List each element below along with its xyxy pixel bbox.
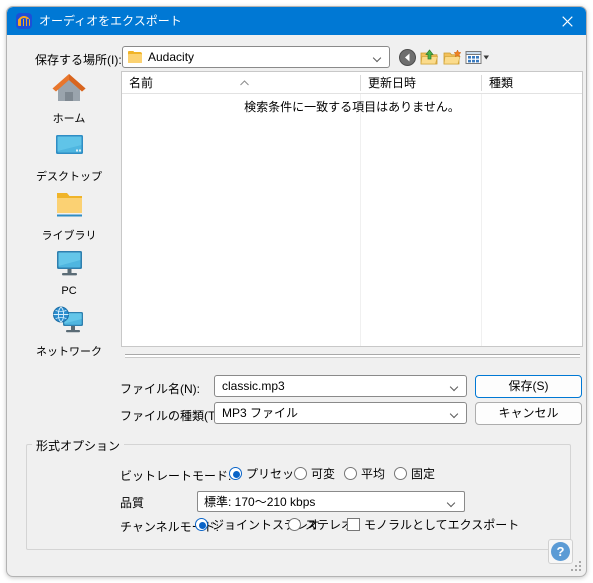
- quality-value: 標準: 170〜210 kbps: [204, 495, 316, 509]
- export-audio-dialog: オーディオをエクスポート 保存する場所(I): Audacity ホーム デスク…: [6, 6, 587, 577]
- sidebar-item-label: ライブラリ: [41, 230, 97, 242]
- checkbox-label: モノラルとしてエクスポート: [364, 518, 520, 532]
- chevron-down-icon[interactable]: [450, 384, 459, 389]
- views-icon[interactable]: [465, 48, 492, 67]
- window-title: オーディオをエクスポート: [39, 14, 182, 28]
- filetype-combobox[interactable]: MP3 ファイル: [214, 402, 467, 424]
- sidebar-item-pc[interactable]: PC: [21, 246, 117, 297]
- sidebar-item-network[interactable]: ネットワーク: [21, 304, 117, 359]
- radio-indicator: [229, 467, 242, 480]
- help-button[interactable]: ?: [548, 539, 573, 564]
- radio-label: 可変: [311, 467, 336, 481]
- radio-indicator: [294, 467, 307, 480]
- home-icon: [49, 71, 89, 105]
- desktop-icon: [49, 129, 89, 163]
- file-list-header: 名前 更新日時 種類: [122, 72, 582, 94]
- title-bar: オーディオをエクスポート: [7, 7, 586, 35]
- save-in-label: 保存する場所(I):: [35, 53, 122, 67]
- question-mark-icon: ?: [551, 542, 570, 561]
- filename-label: ファイル名(N):: [120, 382, 200, 396]
- save-button[interactable]: 保存(S): [475, 375, 582, 398]
- radio-indicator: [195, 518, 208, 531]
- filetype-value: MP3 ファイル: [222, 406, 299, 420]
- column-header-label: 更新日時: [368, 76, 417, 90]
- sidebar-item-label: PC: [61, 285, 77, 297]
- sidebar-item-label: ネットワーク: [36, 346, 102, 358]
- save-in-value: Audacity: [148, 50, 195, 64]
- radio-label: 平均: [361, 467, 386, 481]
- file-list-view[interactable]: 名前 更新日時 種類 検索条件に一致する項目はありません。: [121, 71, 583, 347]
- column-header-date-modified[interactable]: 更新日時: [361, 72, 481, 94]
- chevron-down-icon: [373, 55, 382, 60]
- cancel-button[interactable]: キャンセル: [475, 402, 582, 425]
- radio-label: 固定: [411, 467, 436, 481]
- filename-value: classic.mp3: [222, 379, 285, 393]
- new-folder-icon[interactable]: [443, 48, 462, 67]
- format-options-title: 形式オプション: [32, 437, 125, 454]
- column-header-type[interactable]: 種類: [482, 72, 582, 94]
- radio-label: ステレオ: [305, 518, 354, 532]
- filename-input[interactable]: classic.mp3: [214, 375, 467, 397]
- close-icon: [561, 15, 573, 27]
- save-in-combobox[interactable]: Audacity: [122, 46, 390, 68]
- sidebar-item-desktop[interactable]: デスクトップ: [21, 129, 117, 184]
- bitrate-mode-label: ビットレートモード:: [120, 469, 232, 483]
- grid-divider: [481, 94, 482, 346]
- sidebar-item-home[interactable]: ホーム: [21, 71, 117, 126]
- audacity-headphones-icon: [16, 13, 32, 29]
- back-icon[interactable]: [398, 48, 417, 67]
- sidebar-item-label: ホーム: [52, 113, 86, 125]
- places-sidebar: ホーム デスクトップ ライブラリ PC ネットワーク: [21, 71, 117, 358]
- chevron-down-icon[interactable]: [447, 500, 456, 505]
- close-button[interactable]: [546, 7, 586, 35]
- horizontal-scrollbar[interactable]: [125, 354, 580, 358]
- radio-indicator: [288, 518, 301, 531]
- sort-ascending-icon: [240, 75, 249, 86]
- grid-divider: [360, 94, 361, 346]
- library-folder-icon: [49, 188, 89, 222]
- quality-label: 品質: [120, 496, 145, 510]
- sidebar-item-label: デスクトップ: [36, 171, 102, 183]
- checkbox-indicator: [347, 518, 360, 531]
- folder-icon: [128, 51, 142, 63]
- column-header-label: 種類: [489, 76, 514, 90]
- up-folder-icon[interactable]: [420, 48, 439, 67]
- filetype-label: ファイルの種類(T):: [120, 409, 223, 423]
- network-icon: [49, 304, 89, 338]
- chevron-down-icon[interactable]: [450, 411, 459, 416]
- radio-label: ジョイントステレオ: [212, 518, 321, 532]
- pc-monitor-icon: [49, 246, 89, 280]
- column-header-label: 名前: [129, 76, 154, 90]
- quality-combobox[interactable]: 標準: 170〜210 kbps: [197, 491, 465, 512]
- resize-grip[interactable]: [571, 561, 583, 573]
- radio-indicator: [394, 467, 407, 480]
- sidebar-item-library[interactable]: ライブラリ: [21, 188, 117, 243]
- empty-list-message: 検索条件に一致する項目はありません。: [244, 100, 460, 114]
- radio-indicator: [344, 467, 357, 480]
